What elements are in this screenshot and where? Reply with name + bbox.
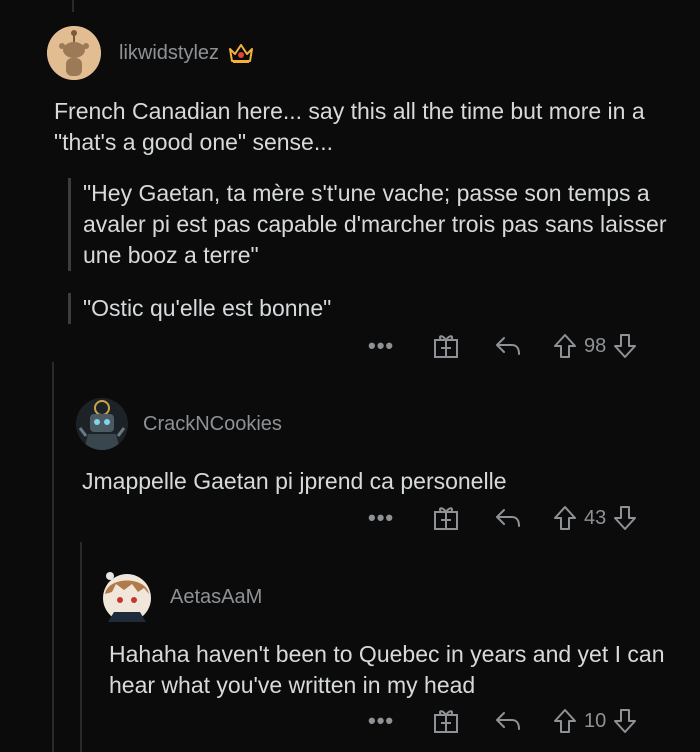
downvote-icon[interactable] bbox=[612, 332, 638, 360]
reply-icon[interactable] bbox=[494, 334, 522, 358]
reply-icon[interactable] bbox=[494, 506, 522, 530]
comment-actions: ••• 98 bbox=[368, 332, 638, 360]
more-options-button[interactable]: ••• bbox=[368, 708, 420, 734]
comment-header: likwidstylez bbox=[47, 26, 255, 80]
username[interactable]: AetasAaM bbox=[170, 586, 262, 609]
comment-body: Jmappelle Gaetan pi jprend ca personelle bbox=[82, 468, 507, 494]
comment-actions: ••• 10 bbox=[368, 707, 638, 735]
gift-award-icon[interactable] bbox=[432, 707, 460, 735]
avatar[interactable] bbox=[100, 570, 154, 624]
comment-header: CrackNCookies bbox=[76, 398, 282, 450]
comment-body: French Canadian here... say this all the… bbox=[54, 98, 645, 155]
robot-avatar-icon bbox=[76, 398, 128, 450]
username[interactable]: CrackNCookies bbox=[143, 413, 282, 436]
avatar[interactable] bbox=[47, 26, 101, 80]
thread-line[interactable] bbox=[72, 0, 74, 12]
more-options-button[interactable]: ••• bbox=[368, 333, 420, 359]
avatar[interactable] bbox=[76, 398, 128, 450]
thread-line[interactable] bbox=[80, 542, 82, 752]
quote-block: "Hey Gaetan, ta mère s't'une vache; pass… bbox=[68, 178, 668, 271]
vote-count: 98 bbox=[584, 334, 607, 357]
more-options-button[interactable]: ••• bbox=[368, 505, 420, 531]
username[interactable]: likwidstylez bbox=[119, 42, 219, 65]
quote-block: "Ostic qu'elle est bonne" bbox=[68, 293, 668, 324]
reply-icon[interactable] bbox=[494, 709, 522, 733]
gift-award-icon[interactable] bbox=[432, 504, 460, 532]
snoo-avatar-icon bbox=[47, 26, 101, 80]
anime-avatar-icon bbox=[103, 572, 151, 622]
vote-count: 43 bbox=[584, 506, 607, 529]
downvote-icon[interactable] bbox=[612, 504, 638, 532]
crown-award-icon bbox=[227, 41, 255, 65]
thread-line[interactable] bbox=[52, 362, 54, 752]
upvote-icon[interactable] bbox=[552, 504, 578, 532]
comment-body: Hahaha haven't been to Quebec in years a… bbox=[109, 641, 665, 698]
upvote-icon[interactable] bbox=[552, 707, 578, 735]
gift-award-icon[interactable] bbox=[432, 332, 460, 360]
comment-header: AetasAaM bbox=[100, 570, 262, 624]
downvote-icon[interactable] bbox=[612, 707, 638, 735]
vote-count: 10 bbox=[584, 709, 607, 732]
upvote-icon[interactable] bbox=[552, 332, 578, 360]
comment-actions: ••• 43 bbox=[368, 504, 638, 532]
